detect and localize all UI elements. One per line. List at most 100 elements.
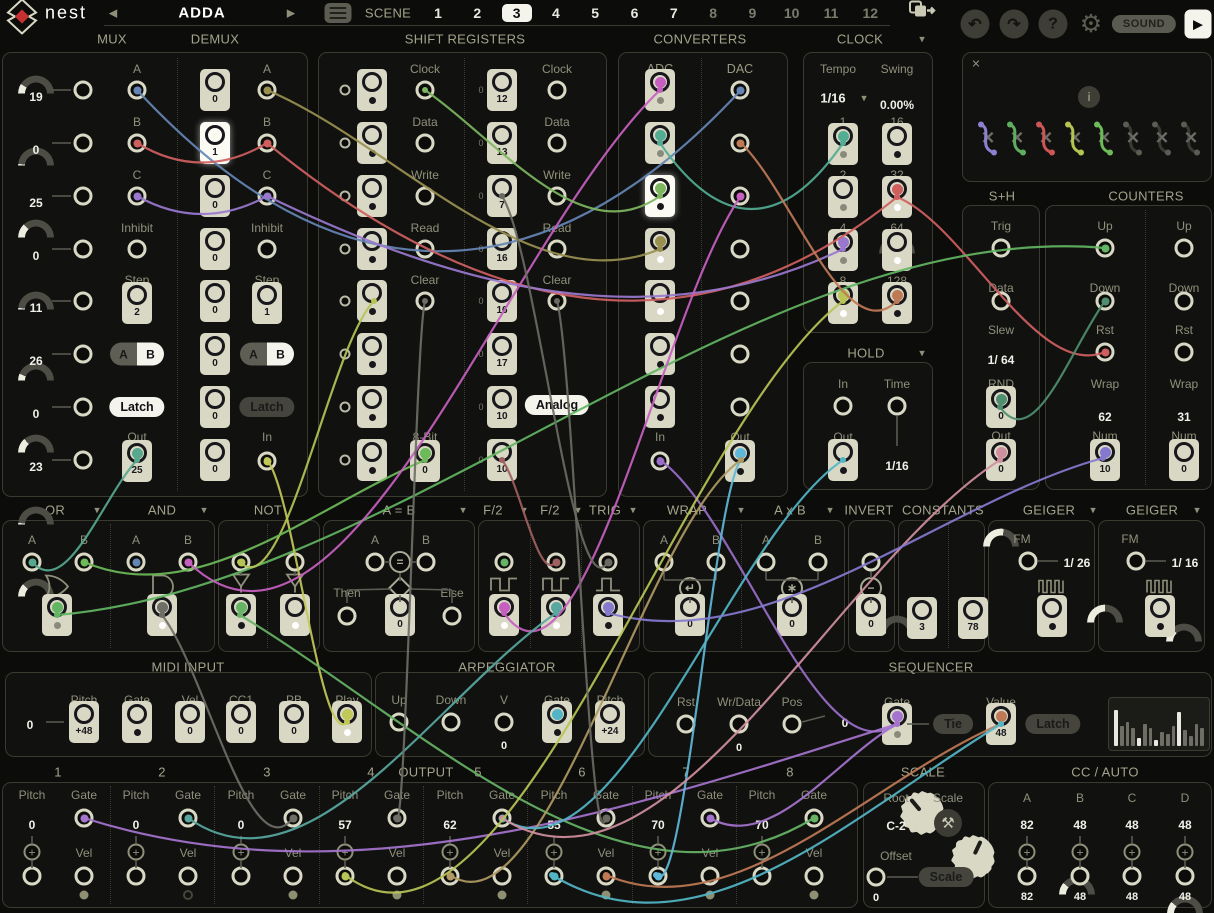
left_knobs-port[interactable] [74, 240, 93, 259]
logic-port[interactable] [495, 553, 514, 572]
seq-port[interactable] [730, 715, 749, 734]
mux-box-port[interactable]: 2 [122, 282, 152, 324]
scene-5-button[interactable]: 5 [580, 5, 610, 21]
outputs-port[interactable] [753, 867, 772, 886]
demux-box-port[interactable]: 0 [200, 333, 230, 375]
sr1-mini-port[interactable] [340, 138, 351, 149]
cc-port[interactable] [1018, 867, 1037, 886]
logic-port[interactable] [599, 553, 618, 572]
clock-box-port[interactable] [828, 123, 858, 165]
arp-port[interactable] [495, 713, 514, 732]
logic-box-port[interactable]: 0 [385, 594, 415, 636]
arp-port[interactable] [390, 713, 409, 732]
sr1-port[interactable] [416, 292, 435, 311]
counters-box-port[interactable]: 10 [1090, 439, 1120, 481]
undo-icon[interactable]: ↶ [961, 10, 990, 39]
logic-port[interactable] [547, 553, 566, 572]
outputs-port[interactable] [75, 809, 94, 828]
converters-port[interactable] [731, 134, 750, 153]
scene-2-button[interactable]: 2 [462, 5, 492, 21]
converters-box-port[interactable] [645, 122, 675, 164]
left_knobs-knob[interactable] [18, 506, 54, 525]
sr1-box-port[interactable] [357, 175, 387, 217]
section-dropdown-icon[interactable]: ▾ [521, 504, 527, 517]
logic-box-port[interactable] [541, 594, 571, 636]
cc-port[interactable] [1071, 867, 1090, 886]
sr1-mini-port[interactable] [340, 191, 351, 202]
wire-slot[interactable]: ✕ [1004, 120, 1030, 163]
clock-box-port[interactable] [882, 282, 912, 324]
arp-box-port[interactable]: +24 [595, 701, 625, 743]
section-dropdown-icon[interactable]: ▾ [919, 33, 925, 46]
wire-slot[interactable]: ✕ [1149, 120, 1175, 163]
scene-8-button[interactable]: 8 [698, 5, 728, 21]
clock-box-port[interactable] [882, 229, 912, 271]
logic-port[interactable] [75, 553, 94, 572]
logic-port[interactable] [179, 553, 198, 572]
midi-box-port[interactable] [332, 701, 362, 743]
demux-box-port[interactable]: 0 [200, 386, 230, 428]
mux-latch-button[interactable]: Latch [109, 397, 164, 417]
outputs-port[interactable] [701, 809, 720, 828]
outputs-port[interactable] [179, 809, 198, 828]
clock-box-port[interactable] [828, 176, 858, 218]
logic-box-port[interactable] [226, 594, 256, 636]
section-dropdown-icon[interactable]: ▾ [1194, 504, 1200, 517]
sr1-box-port[interactable] [357, 122, 387, 164]
outputs-port[interactable] [232, 867, 251, 886]
scene-7-button[interactable]: 7 [659, 5, 689, 21]
left_knobs-knob[interactable] [18, 219, 54, 238]
outputs-port[interactable] [284, 809, 303, 828]
demux-port[interactable] [258, 240, 277, 259]
converters-port[interactable] [731, 240, 750, 259]
converters-port[interactable] [731, 398, 750, 417]
arp-port[interactable] [442, 713, 461, 732]
help-icon[interactable]: ? [1039, 10, 1068, 39]
logic-port[interactable] [286, 553, 305, 572]
counters-port[interactable] [1096, 239, 1115, 258]
left_knobs-port[interactable] [74, 292, 93, 311]
seq-tie-button[interactable]: Tie [933, 714, 973, 734]
left_knobs-port[interactable] [74, 345, 93, 364]
scene-6-button[interactable]: 6 [620, 5, 650, 21]
midi-box-port[interactable]: 0 [226, 701, 256, 743]
logic-port[interactable] [417, 553, 436, 572]
converters-box-port[interactable] [725, 440, 755, 482]
outputs-port[interactable] [597, 867, 616, 886]
mux-port[interactable] [128, 187, 147, 206]
counters-knob[interactable] [1087, 604, 1123, 623]
hold-port[interactable] [834, 397, 853, 416]
converters-box-port[interactable] [645, 386, 675, 428]
converters-port[interactable] [651, 452, 670, 471]
section-dropdown-icon[interactable]: ▾ [1090, 504, 1096, 517]
scene-10-button[interactable]: 10 [777, 5, 807, 21]
section-dropdown-icon[interactable]: ▾ [201, 504, 207, 517]
sr1-port[interactable] [416, 134, 435, 153]
logic-port[interactable] [366, 553, 385, 572]
sh-box-port[interactable]: 0 [986, 439, 1016, 481]
left_knobs-port[interactable] [74, 134, 93, 153]
counters-port[interactable] [1096, 292, 1115, 311]
converters-box-port[interactable] [645, 333, 675, 375]
mux-port[interactable] [128, 240, 147, 259]
sr2-box-port[interactable]: 10 [487, 439, 517, 481]
arp-box-port[interactable] [542, 701, 572, 743]
outputs-port[interactable] [127, 867, 146, 886]
mux-ab-toggle[interactable]: AB [110, 343, 164, 366]
scale-port[interactable] [867, 868, 886, 887]
sr1-mini-port[interactable] [340, 85, 351, 96]
play-button[interactable]: ▶ [1185, 10, 1212, 39]
converters-box-port[interactable] [645, 175, 675, 217]
outputs-port[interactable] [649, 867, 668, 886]
logic-port[interactable] [232, 553, 251, 572]
section-dropdown-icon[interactable]: ▾ [460, 504, 466, 517]
logic-box-port[interactable] [147, 594, 177, 636]
converters-box-port[interactable] [645, 228, 675, 270]
demux-box-port[interactable]: 0 [200, 69, 230, 111]
wire_editor-info-icon[interactable]: i [1078, 86, 1100, 108]
midi-box-port[interactable]: 0 [175, 701, 205, 743]
sr1-box-port[interactable] [357, 280, 387, 322]
scene-3-button[interactable]: 3 [502, 4, 532, 22]
sr1-mini-port[interactable] [340, 244, 351, 255]
sr2-port[interactable] [548, 187, 567, 206]
